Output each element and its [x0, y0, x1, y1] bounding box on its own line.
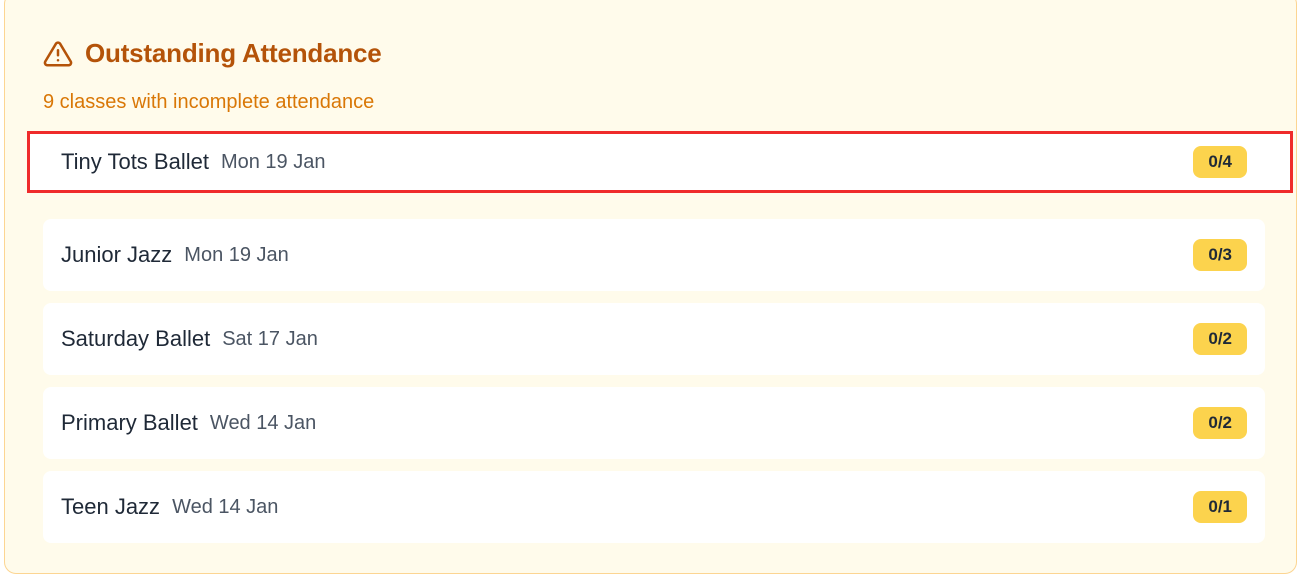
class-date: Sat 17 Jan: [222, 327, 318, 350]
class-row-teen-jazz[interactable]: Teen Jazz Wed 14 Jan 0/1: [43, 471, 1265, 543]
class-date: Wed 14 Jan: [172, 495, 279, 518]
attendance-count-badge: 0/2: [1193, 407, 1247, 439]
class-row-junior-jazz[interactable]: Junior Jazz Mon 19 Jan 0/3: [43, 219, 1265, 291]
attendance-count-badge: 0/1: [1193, 491, 1247, 523]
attendance-count-badge: 0/4: [1193, 146, 1247, 178]
panel-subtitle: 9 classes with incomplete attendance: [43, 91, 375, 113]
class-list: Tiny Tots Ballet Mon 19 Jan 0/4 Junior J…: [27, 131, 1293, 555]
class-name: Primary Ballet: [61, 410, 198, 435]
class-name: Tiny Tots Ballet: [61, 149, 209, 174]
class-date: Wed 14 Jan: [209, 411, 317, 434]
class-name: Junior Jazz: [61, 242, 173, 267]
attendance-count-badge: 0/3: [1193, 239, 1247, 271]
warning-triangle-icon: [43, 40, 73, 66]
class-date: Mon 19 Jan: [184, 243, 289, 266]
class-name: Saturday Ballet: [61, 326, 211, 351]
outstanding-attendance-panel: Outstanding Attendance 9 classes with in…: [4, 0, 1297, 574]
class-date: Mon 19 Jan: [220, 150, 326, 173]
class-row-tiny-tots-ballet[interactable]: Tiny Tots Ballet Mon 19 Jan 0/4: [27, 131, 1293, 193]
class-row-saturday-ballet[interactable]: Saturday Ballet Sat 17 Jan 0/2: [43, 303, 1265, 375]
panel-title: Outstanding Attendance: [85, 38, 382, 68]
panel-header: Outstanding Attendance: [43, 38, 382, 69]
class-name: Teen Jazz: [61, 494, 161, 519]
attendance-count-badge: 0/2: [1193, 323, 1247, 355]
class-row-primary-ballet[interactable]: Primary Ballet Wed 14 Jan 0/2: [43, 387, 1265, 459]
